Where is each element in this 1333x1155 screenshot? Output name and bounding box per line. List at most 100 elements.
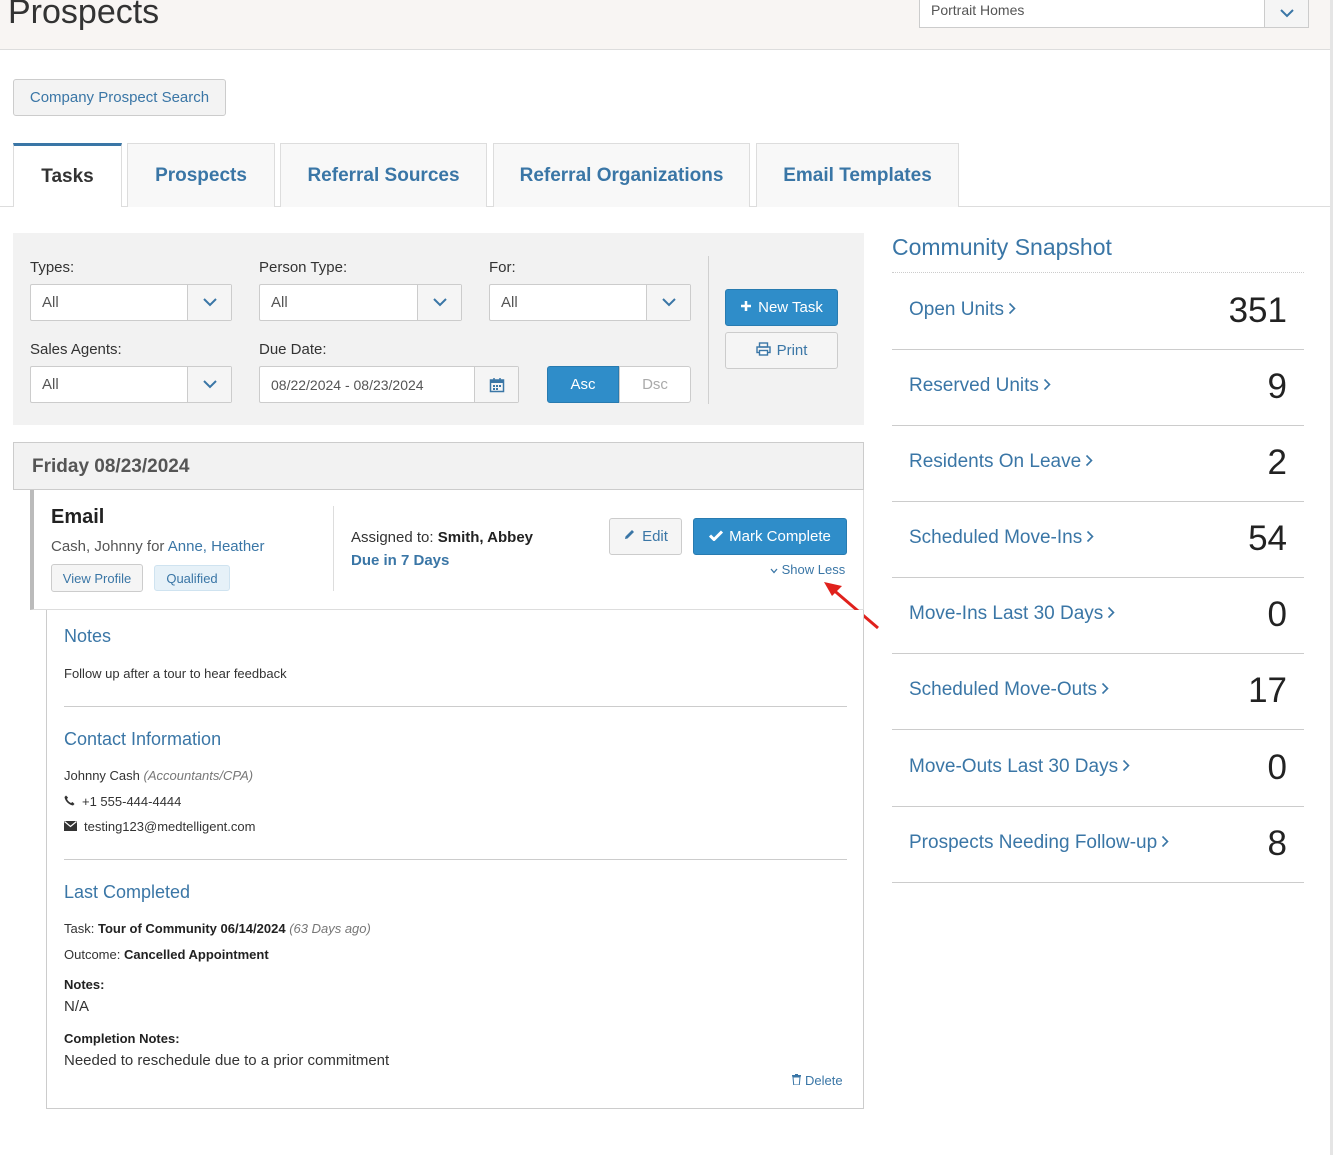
mark-complete-button[interactable]: Mark Complete bbox=[693, 518, 847, 555]
notes-text: Follow up after a tour to hear feedback bbox=[64, 666, 287, 681]
task-for-link[interactable]: Anne, Heather bbox=[168, 538, 265, 555]
person-type-select[interactable]: All bbox=[259, 284, 462, 321]
chevron-right-icon bbox=[1086, 527, 1094, 549]
contact-phone-text: +1 555-444-4444 bbox=[82, 794, 182, 809]
outcome-label: Outcome: bbox=[64, 947, 121, 962]
snapshot-row-label[interactable]: Prospects Needing Follow-up bbox=[909, 832, 1169, 854]
snapshot-row-prospects-follow-up[interactable]: Prospects Needing Follow-up 8 bbox=[892, 807, 1304, 883]
types-select[interactable]: All bbox=[30, 284, 232, 321]
delete-label: Delete bbox=[805, 1073, 843, 1088]
contact-email-text[interactable]: testing123@medtelligent.com bbox=[84, 819, 255, 834]
tab-referral-sources[interactable]: Referral Sources bbox=[280, 143, 487, 207]
outcome-value: Cancelled Appointment bbox=[123, 947, 269, 962]
edit-button[interactable]: Edit bbox=[609, 518, 682, 555]
completion-notes-label-text: Completion Notes: bbox=[64, 1031, 180, 1046]
snapshot-row-value: 2 bbox=[1267, 443, 1287, 482]
snapshot-row-scheduled-move-ins[interactable]: Scheduled Move-Ins 54 bbox=[892, 502, 1304, 578]
snapshot-row-value: 8 bbox=[1267, 824, 1287, 863]
chevron-right-icon bbox=[1107, 603, 1115, 625]
snapshot-row-value: 54 bbox=[1248, 519, 1287, 558]
snapshot-row-value: 351 bbox=[1228, 291, 1287, 330]
snapshot-row-label[interactable]: Open Units bbox=[909, 299, 1016, 321]
section-divider bbox=[64, 859, 847, 860]
filter-divider bbox=[708, 256, 709, 404]
snapshot-row-label[interactable]: Reserved Units bbox=[909, 375, 1051, 397]
page-header: Prospects Portrait Homes bbox=[0, 0, 1333, 50]
delete-link[interactable]: Delete bbox=[792, 1073, 843, 1088]
snapshot-row-label[interactable]: Move-Outs Last 30 Days bbox=[909, 756, 1130, 778]
snapshot-row-label[interactable]: Move-Ins Last 30 Days bbox=[909, 603, 1115, 625]
sales-agents-select-value: All bbox=[42, 376, 59, 393]
snapshot-row-label[interactable]: Residents On Leave bbox=[909, 451, 1093, 473]
contact-email: testing123@medtelligent.com bbox=[64, 819, 255, 834]
person-type-label: Person Type: bbox=[259, 259, 348, 276]
contact-name-text: Johnny Cash bbox=[64, 768, 140, 783]
task-person-name: Cash, Johnny bbox=[51, 538, 143, 555]
view-profile-button[interactable]: View Profile bbox=[51, 564, 143, 592]
calendar-icon[interactable] bbox=[474, 367, 518, 402]
print-button[interactable]: Print bbox=[725, 332, 838, 369]
for-select-value: All bbox=[501, 294, 518, 311]
snapshot-row-residents-on-leave[interactable]: Residents On Leave 2 bbox=[892, 426, 1304, 502]
tab-email-templates[interactable]: Email Templates bbox=[756, 143, 959, 207]
printer-icon bbox=[755, 341, 771, 360]
due-status: Due in 7 Days bbox=[351, 552, 450, 569]
last-notes-label: Notes: bbox=[64, 977, 104, 992]
pencil-icon bbox=[623, 528, 636, 545]
sales-agents-select[interactable]: All bbox=[30, 366, 232, 403]
snapshot-row-scheduled-move-outs[interactable]: Scheduled Move-Outs 17 bbox=[892, 654, 1304, 730]
snapshot-row-reserved-units[interactable]: Reserved Units 9 bbox=[892, 350, 1304, 426]
plus-icon bbox=[740, 299, 752, 316]
due-date-label: Due Date: bbox=[259, 341, 327, 358]
chevron-down-icon bbox=[770, 562, 778, 577]
snapshot-row-move-ins-last-30[interactable]: Move-Ins Last 30 Days 0 bbox=[892, 578, 1304, 654]
sort-dsc-button[interactable]: Dsc bbox=[619, 366, 691, 403]
chevron-right-icon bbox=[1101, 679, 1109, 701]
assigned-to: Assigned to: Smith, Abbey bbox=[351, 529, 533, 546]
tab-referral-organizations[interactable]: Referral Organizations bbox=[493, 143, 750, 207]
day-group-title: Friday 08/23/2024 bbox=[32, 456, 190, 477]
chevron-down-icon bbox=[187, 285, 231, 320]
last-outcome: Outcome: Cancelled Appointment bbox=[64, 947, 269, 962]
sort-asc-button[interactable]: Asc bbox=[547, 366, 619, 403]
snapshot-row-move-outs-last-30[interactable]: Move-Outs Last 30 Days 0 bbox=[892, 731, 1304, 807]
snapshot-row-open-units[interactable]: Open Units 351 bbox=[892, 274, 1304, 350]
notes-label-text: Notes: bbox=[64, 977, 105, 992]
day-group-header: Friday 08/23/2024 bbox=[13, 442, 864, 490]
types-label: Types: bbox=[30, 259, 75, 276]
due-date-value: 08/22/2024 - 08/23/2024 bbox=[271, 377, 424, 393]
chevron-right-icon bbox=[1085, 451, 1093, 473]
tab-prospects[interactable]: Prospects bbox=[127, 143, 275, 207]
chevron-down-icon bbox=[417, 285, 461, 320]
snapshot-row-label[interactable]: Scheduled Move-Ins bbox=[909, 527, 1094, 549]
assigned-label: Assigned to: bbox=[351, 529, 434, 546]
print-label: Print bbox=[776, 342, 808, 359]
community-select-value: Portrait Homes bbox=[931, 2, 1025, 18]
company-prospect-search-button[interactable]: Company Prospect Search bbox=[13, 79, 226, 116]
community-select[interactable]: Portrait Homes bbox=[919, 0, 1309, 28]
task-for-word: for bbox=[146, 538, 165, 555]
chevron-right-icon bbox=[1122, 756, 1130, 778]
chevron-right-icon bbox=[1043, 375, 1051, 397]
chevron-down-icon bbox=[1264, 0, 1308, 27]
section-divider bbox=[64, 706, 847, 707]
tab-tasks[interactable]: Tasks bbox=[13, 143, 122, 207]
last-notes-value: N/A bbox=[64, 998, 90, 1015]
snapshot-row-label[interactable]: Scheduled Move-Outs bbox=[909, 679, 1109, 701]
snapshot-row-value: 17 bbox=[1248, 671, 1287, 710]
due-date-input[interactable]: 08/22/2024 - 08/23/2024 bbox=[259, 366, 519, 403]
last-completed-title: Last Completed bbox=[64, 882, 191, 902]
show-less-link[interactable]: Show Less bbox=[770, 562, 845, 577]
edit-label: Edit bbox=[642, 528, 668, 545]
completion-notes-value: Needed to reschedule due to a prior comm… bbox=[64, 1052, 390, 1069]
for-select[interactable]: All bbox=[489, 284, 691, 321]
mark-complete-label: Mark Complete bbox=[729, 528, 831, 545]
contact-role: (Accountants/CPA) bbox=[143, 768, 254, 783]
phone-icon bbox=[64, 794, 75, 809]
trash-icon bbox=[792, 1073, 801, 1088]
snapshot-row-value: 0 bbox=[1267, 748, 1287, 787]
sales-agents-label: Sales Agents: bbox=[30, 341, 122, 358]
check-icon bbox=[709, 528, 724, 545]
last-task-ago: (63 Days ago) bbox=[289, 921, 371, 936]
new-task-button[interactable]: New Task bbox=[725, 289, 838, 326]
